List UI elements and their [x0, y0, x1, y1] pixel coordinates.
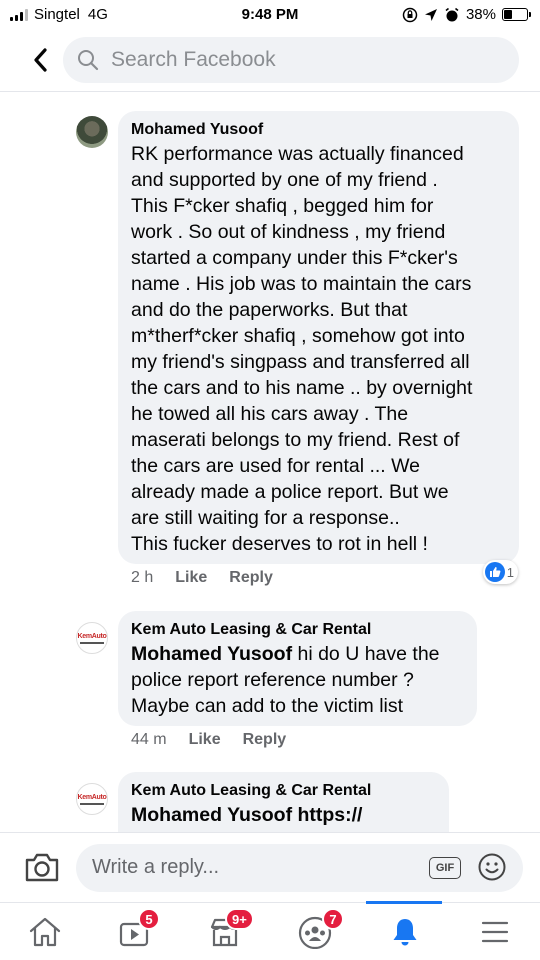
comment-author[interactable]: Kem Auto Leasing & Car Rental — [131, 619, 464, 641]
reaction-number: 1 — [506, 564, 514, 580]
comment-text: RK performance was actually financed and… — [131, 143, 473, 555]
nav-groups[interactable]: 7 — [270, 903, 360, 960]
comment-author[interactable]: Mohamed Yusoof — [131, 119, 506, 141]
comment-author[interactable]: Kem Auto Leasing & Car Rental — [131, 780, 436, 802]
reply-placeholder: Write a reply... — [92, 856, 220, 878]
avatar[interactable]: KemAuto — [76, 622, 108, 654]
like-button[interactable]: Like — [175, 569, 207, 587]
comment-text: Mohamed Yusoof hi do U have the police r… — [131, 641, 464, 719]
avatar[interactable]: KemAuto — [76, 783, 108, 815]
reply-button[interactable]: Reply — [229, 569, 273, 587]
reply-button[interactable]: Reply — [243, 731, 287, 749]
home-icon — [29, 917, 61, 947]
comment-meta: 44 m Like Reply — [131, 731, 286, 749]
comment-text: Mohamed Yusoof https:// — [131, 802, 436, 828]
camera-icon — [25, 853, 59, 882]
avatar[interactable] — [76, 116, 108, 148]
notification-badge: 5 — [138, 908, 160, 930]
nav-home[interactable] — [0, 903, 90, 960]
notification-badge: 7 — [322, 908, 344, 930]
alarm-icon — [445, 7, 459, 21]
battery-percent: 38% — [465, 6, 496, 23]
mention-link[interactable]: Mohamed Yusoof — [131, 643, 292, 665]
comment-bubble: Mohamed Yusoof RK performance was actual… — [118, 111, 519, 564]
comment-time[interactable]: 44 m — [131, 731, 167, 749]
chevron-left-icon — [34, 48, 47, 72]
emoji-button[interactable] — [477, 852, 507, 882]
comment-meta: 2 h Like Reply — [131, 569, 273, 587]
notification-badge: 9+ — [225, 908, 254, 930]
like-reaction-icon — [484, 562, 505, 582]
comment-bubble: Kem Auto Leasing & Car Rental Mohamed Yu… — [118, 611, 477, 726]
mention-link[interactable]: Mohamed Yusoof — [131, 804, 292, 826]
nav-watch[interactable]: 5 — [90, 903, 180, 960]
reply-input[interactable]: Write a reply... GIF — [76, 844, 523, 892]
reply-bar: Write a reply... GIF — [0, 832, 540, 902]
bell-icon — [393, 919, 417, 946]
logo-text: KemAuto — [77, 793, 107, 801]
status-right: 38% — [402, 6, 531, 23]
gif-button[interactable]: GIF — [429, 857, 461, 879]
bottom-nav: 5 9+ 7 — [0, 901, 540, 960]
like-button[interactable]: Like — [189, 731, 221, 749]
back-button[interactable] — [26, 44, 54, 76]
search-input[interactable]: Search Facebook — [63, 37, 519, 83]
nav-notifications[interactable] — [360, 903, 450, 960]
reaction-count[interactable]: 1 — [482, 560, 518, 584]
search-icon — [78, 50, 99, 71]
search-placeholder: Search Facebook — [111, 48, 276, 71]
location-icon — [424, 8, 437, 21]
status-bar: Singtel 4G 9:48 PM 38% — [0, 0, 540, 30]
nav-marketplace[interactable]: 9+ — [180, 903, 270, 960]
smiley-icon — [478, 853, 506, 881]
menu-icon — [481, 921, 509, 943]
battery-icon — [502, 8, 531, 21]
comment-time[interactable]: 2 h — [131, 569, 153, 587]
rotation-lock-icon — [402, 7, 418, 22]
nav-menu[interactable] — [450, 903, 540, 960]
logo-text: KemAuto — [77, 632, 107, 640]
search-header: Search Facebook — [0, 32, 540, 92]
comment-link[interactable]: https:// — [292, 804, 362, 826]
camera-button[interactable] — [24, 851, 60, 883]
